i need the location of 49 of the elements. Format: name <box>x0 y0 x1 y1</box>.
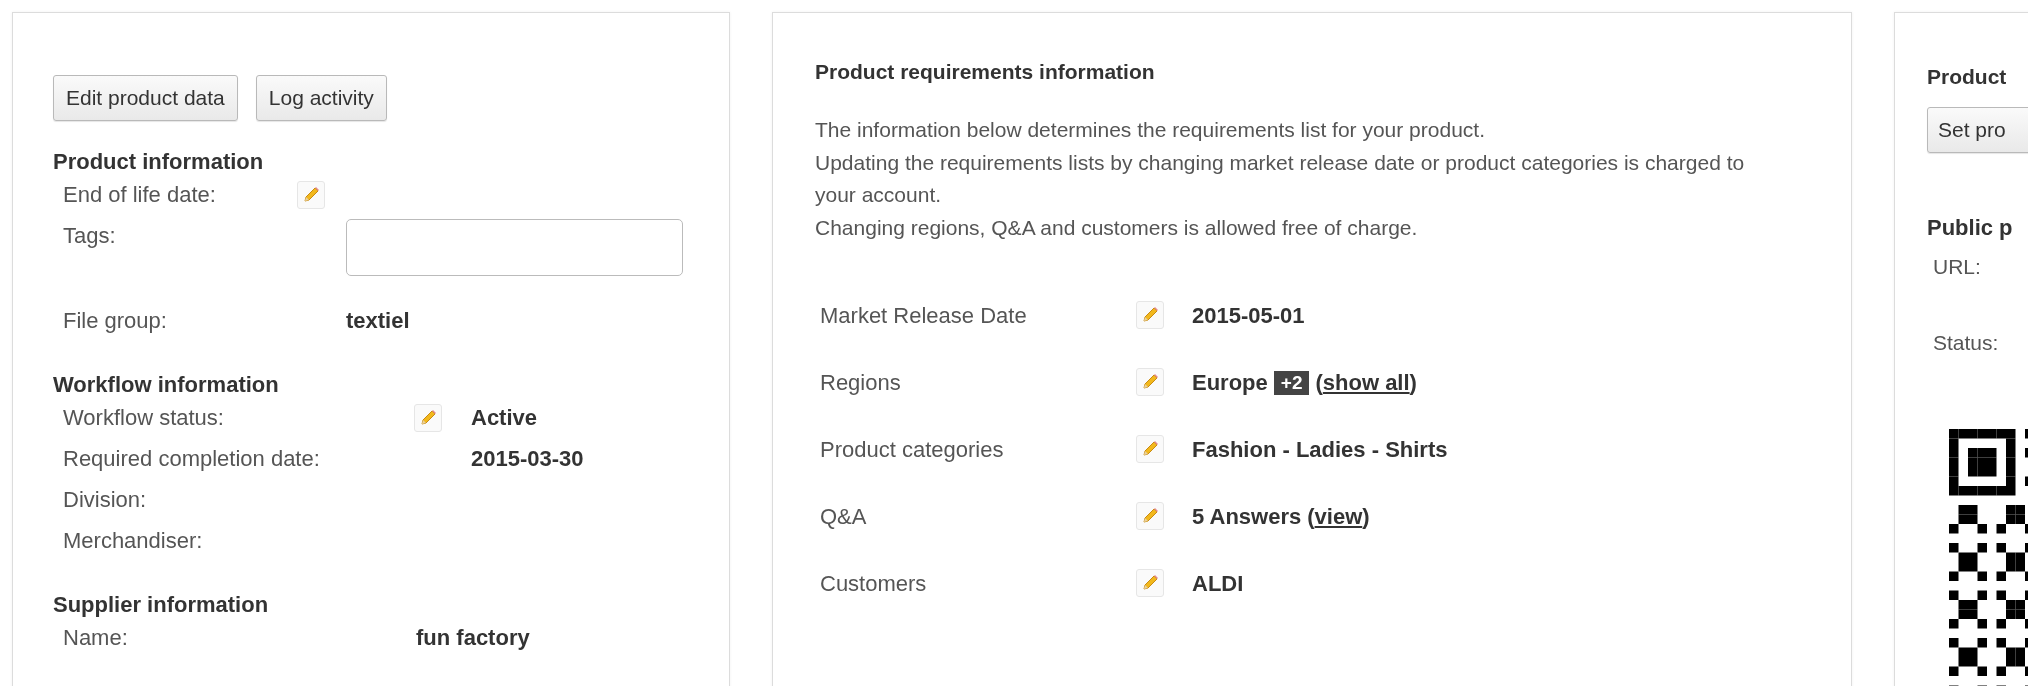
field-value: ALDI <box>1192 570 1244 597</box>
field-value: textiel <box>346 308 410 333</box>
field-value: Europe <box>1192 369 1268 396</box>
set-button[interactable]: Set pro <box>1927 107 2028 153</box>
field-value: Fashion - Ladies - Shirts <box>1192 436 1448 463</box>
field-label: Merchandiser: <box>63 527 204 555</box>
toolbar-button[interactable]: Log activity <box>255 75 387 121</box>
section-heading: Supplier information <box>53 592 270 618</box>
edit-pencil-icon[interactable] <box>1136 367 1164 396</box>
field-value: ( <box>1307 503 1315 530</box>
field-label: End of life date: <box>63 181 217 209</box>
field-value: ) <box>1409 369 1417 396</box>
field-label: Market Release Date <box>820 302 1028 329</box>
tags-input-field[interactable] <box>346 219 683 276</box>
field-label: Workflow status: <box>63 404 225 432</box>
field-value: ) <box>1362 503 1370 530</box>
field-label: Customers <box>820 570 928 597</box>
description-text: The information below determines the requirements list for your product. <box>815 117 1486 143</box>
section-heading: Product information <box>53 149 265 175</box>
field-label: Q&A <box>820 503 868 530</box>
field-value: 2015-03-30 <box>471 446 584 471</box>
field-value: fun factory <box>416 625 530 650</box>
field-label: File group: <box>63 307 168 335</box>
edit-pencil-icon[interactable] <box>1136 568 1164 597</box>
field-value: Active <box>471 405 538 430</box>
description-text: Changing regions, Q&A and customers is allowed free of charge. <box>815 214 1419 241</box>
field-value: 2015-05-01 <box>1192 302 1305 329</box>
edit-pencil-icon[interactable] <box>1136 501 1164 530</box>
field-value: ( <box>1315 369 1323 396</box>
edit-pencil-icon[interactable] <box>414 404 442 432</box>
toolbar-button[interactable]: Edit product data <box>53 75 238 121</box>
count-badge: +2 <box>1273 370 1310 395</box>
panel-title: Product <box>1927 65 2008 89</box>
edit-pencil-icon[interactable] <box>1136 300 1164 329</box>
field-label: Status: <box>1933 331 2000 356</box>
field-label: Required completion date: <box>63 445 321 473</box>
field-label: Product categories <box>820 436 1005 463</box>
field-label: URL: <box>1933 255 1982 280</box>
description-text: Updating the requirements lists by changing market release date or product categories is charged to your account. <box>815 149 1746 208</box>
field-value: 5 Answers <box>1192 503 1302 530</box>
field-label: Division: <box>63 486 148 514</box>
edit-pencil-icon[interactable] <box>1136 434 1164 463</box>
field-label: Name: <box>63 624 129 652</box>
panel-title: Product requirements information <box>815 60 1156 84</box>
section-heading: Workflow information <box>53 372 280 398</box>
field-label: Regions <box>820 369 902 396</box>
section-heading: Public p <box>1927 215 2014 241</box>
field-label: Tags: <box>63 222 117 250</box>
edit-pencil-icon[interactable] <box>297 181 325 209</box>
